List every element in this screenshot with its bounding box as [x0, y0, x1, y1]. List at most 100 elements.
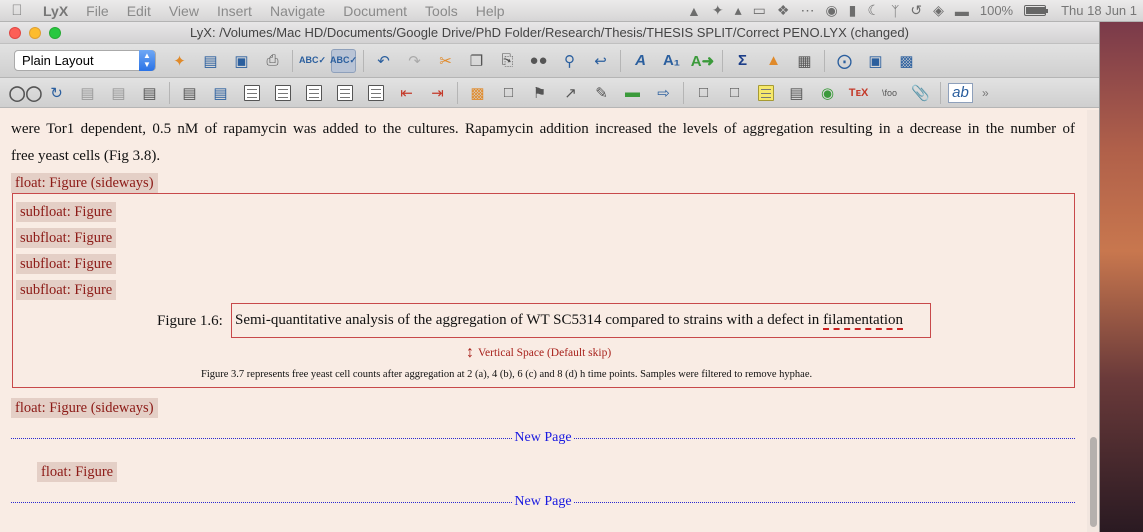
find-replace-icon[interactable]: ●● — [526, 49, 551, 73]
url-globe-icon[interactable]: ◉ — [815, 81, 840, 105]
insert-index-icon[interactable]: ▬ — [620, 81, 645, 105]
description-list-icon[interactable] — [336, 84, 353, 101]
misspelt-word[interactable]: filamentation — [823, 312, 904, 330]
menu-edit[interactable]: Edit — [118, 3, 160, 19]
float-figure-label[interactable]: float: Figure — [37, 462, 118, 482]
page-break-2[interactable]: New Page — [11, 494, 1075, 510]
moon-icon[interactable]: ☾ — [867, 2, 880, 19]
compass-icon[interactable]: ⨀ — [832, 49, 857, 73]
undo-icon[interactable]: ↶ — [371, 49, 396, 73]
float-sideways-label-1[interactable]: float: Figure (sideways) — [11, 173, 158, 193]
continuous-spellcheck-icon[interactable]: ABC✓ — [330, 48, 357, 73]
print-icon[interactable]: ⎙ — [260, 49, 285, 73]
menu-file[interactable]: File — [77, 3, 118, 19]
cut-icon[interactable]: ✂ — [433, 49, 458, 73]
update-icon[interactable]: ↻ — [44, 81, 69, 105]
change-tracking-icon[interactable]: A➜ — [690, 49, 715, 73]
math-panel-icon[interactable]: ▣ — [863, 49, 888, 73]
cross-reference-icon[interactable]: ↗ — [558, 81, 583, 105]
paste-icon[interactable]: ⎘ — [495, 49, 520, 73]
insert-citation-icon[interactable]: ✎ — [589, 81, 614, 105]
margin-note-icon[interactable]: □ — [722, 81, 747, 105]
subfloat-label-3[interactable]: subfloat: Figure — [16, 254, 117, 274]
spellcheck-ab-icon[interactable]: ab — [948, 82, 973, 103]
redo-icon[interactable]: ↷ — [402, 49, 427, 73]
note-icon[interactable] — [757, 84, 774, 101]
export-icon[interactable]: ▤ — [137, 81, 162, 105]
insert-nomenclature-icon[interactable]: ⇨ — [651, 81, 676, 105]
dots-icon[interactable]: ⋯ — [800, 2, 814, 19]
bank-icon[interactable]: ▴ — [735, 2, 742, 19]
decrease-depth-icon[interactable]: ⇤ — [394, 81, 419, 105]
new-document-icon[interactable]: ✦ — [167, 49, 192, 73]
subfloat-label-2[interactable]: subfloat: Figure — [16, 228, 117, 248]
google-drive-icon[interactable]: ▲ — [687, 3, 701, 19]
menu-document[interactable]: Document — [334, 3, 416, 19]
display-icon[interactable]: ▬ — [955, 3, 969, 19]
wifi-icon[interactable]: ◈ — [933, 2, 944, 19]
view-master-icon[interactable]: ▤ — [75, 81, 100, 105]
copy-icon[interactable]: ❐ — [464, 49, 489, 73]
paragraph-settings-icon[interactable] — [243, 84, 260, 101]
itemize-list-icon[interactable] — [305, 84, 322, 101]
increase-depth-icon[interactable]: ⇥ — [425, 81, 450, 105]
open-icon[interactable]: ▤ — [198, 49, 223, 73]
numbered-list-icon[interactable] — [274, 84, 291, 101]
navigate-back-icon[interactable]: ↩ — [588, 49, 613, 73]
battery-bar-icon[interactable]: ▮ — [849, 2, 857, 19]
footnote-icon[interactable]: □ — [691, 81, 716, 105]
float-sideways-label-2[interactable]: float: Figure (sideways) — [11, 398, 158, 418]
save-icon[interactable]: ▣ — [229, 49, 254, 73]
label-tag-icon[interactable]: ⚑ — [527, 81, 552, 105]
minimize-window-button[interactable] — [29, 27, 41, 39]
insert-box-icon[interactable]: □ — [496, 81, 521, 105]
menu-tools[interactable]: Tools — [416, 3, 467, 19]
tex-code-icon[interactable]: TᴇX — [846, 81, 871, 105]
text-style-icon[interactable]: A₁ — [659, 49, 684, 73]
page-break-1[interactable]: New Page — [11, 430, 1075, 446]
zoom-window-button[interactable] — [49, 27, 61, 39]
dropbox-icon[interactable]: ❖ — [777, 2, 790, 19]
attachment-paperclip-icon[interactable]: 📎 — [908, 81, 933, 105]
time-machine-icon[interactable]: ↺ — [910, 2, 922, 19]
apple-icon[interactable]:  — [0, 2, 34, 19]
emphasis-icon[interactable]: A — [628, 49, 653, 73]
update-master-icon[interactable]: ▤ — [106, 81, 131, 105]
caption-inset[interactable]: Semi-quantitative analysis of the aggreg… — [231, 303, 931, 338]
airplay-display-icon[interactable]: ▭ — [753, 2, 766, 19]
spellcheck-icon[interactable]: ABC✓ — [299, 49, 326, 73]
float-figure-frame[interactable]: subfloat: Figure subfloat: Figure subflo… — [12, 193, 1075, 388]
document-canvas[interactable]: were Tor1 dependent, 0.5 nM of rapamycin… — [0, 110, 1088, 532]
clock[interactable]: Thu 18 Jun 1 — [1061, 3, 1137, 18]
scrollbar-thumb[interactable] — [1090, 437, 1097, 527]
menu-app[interactable]: LyX — [34, 3, 77, 19]
insert-graphics-icon[interactable]: ▲ — [761, 49, 786, 73]
subfloat-label-4[interactable]: subfloat: Figure — [16, 280, 117, 300]
program-listing-icon[interactable]: \foo — [877, 81, 902, 105]
brain-icon[interactable]: ◉ — [825, 2, 837, 19]
update-other-icon[interactable]: ▤ — [208, 81, 233, 105]
vertical-space-inset[interactable]: ↕ Vertical Space (Default skip) — [466, 345, 611, 361]
document-icon[interactable]: ▤ — [784, 81, 809, 105]
layout-select[interactable]: Plain Layout ▲ ▼ — [14, 50, 156, 71]
insert-table-icon[interactable]: ▦ — [792, 49, 817, 73]
find-icon[interactable]: ⚲ — [557, 49, 582, 73]
view-other-icon[interactable]: ▤ — [177, 81, 202, 105]
battery-icon[interactable] — [1024, 5, 1049, 16]
insert-image-icon[interactable]: ▩ — [465, 81, 490, 105]
menu-insert[interactable]: Insert — [208, 3, 261, 19]
menu-help[interactable]: Help — [467, 3, 514, 19]
vertical-scrollbar[interactable] — [1087, 110, 1099, 532]
bird-icon[interactable]: ✦ — [712, 2, 724, 19]
subfloat-label-1[interactable]: subfloat: Figure — [16, 202, 117, 222]
view-icon[interactable]: ◯◯ — [9, 81, 43, 105]
menu-navigate[interactable]: Navigate — [261, 3, 334, 19]
toolbar-overflow-icon[interactable]: » — [982, 86, 989, 100]
bluetooth-icon[interactable]: ᛉ — [891, 3, 899, 19]
math-icon[interactable]: Σ — [730, 49, 755, 73]
enumerate-list-icon[interactable] — [367, 84, 384, 101]
table-panel-icon[interactable]: ▩ — [894, 49, 919, 73]
menu-view[interactable]: View — [160, 3, 208, 19]
body-paragraph[interactable]: were Tor1 dependent, 0.5 nM of rapamycin… — [11, 116, 1075, 170]
close-window-button[interactable] — [9, 27, 21, 39]
